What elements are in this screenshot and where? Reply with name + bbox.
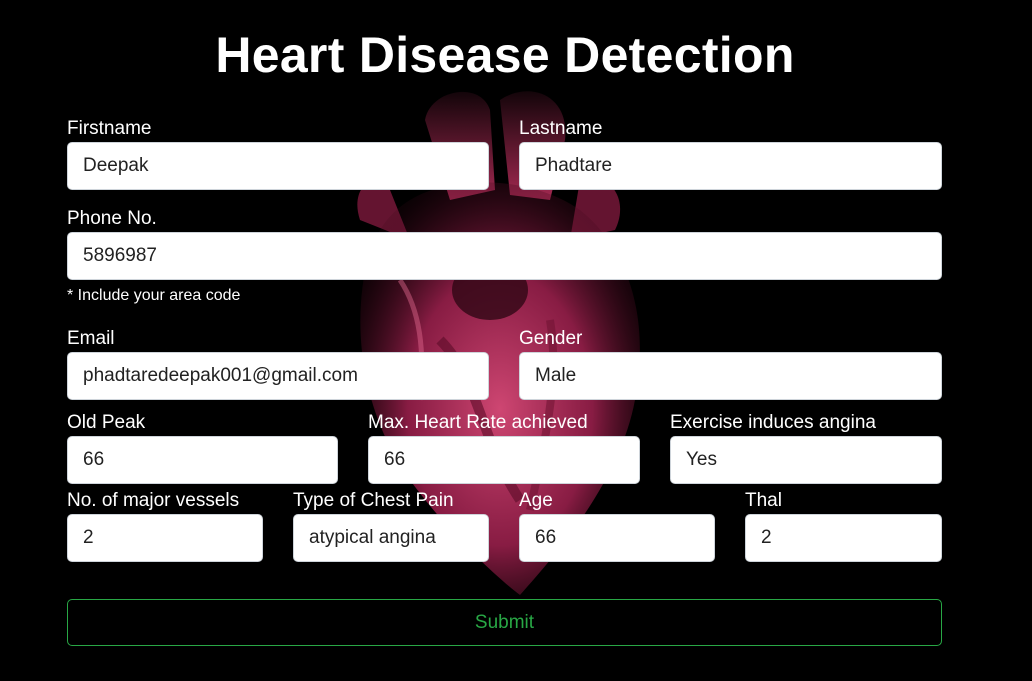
lastname-input[interactable] bbox=[519, 142, 942, 190]
major-vessels-input[interactable] bbox=[67, 514, 263, 562]
gender-label: Gender bbox=[519, 328, 583, 349]
chest-pain-input[interactable] bbox=[293, 514, 489, 562]
phone-input[interactable] bbox=[67, 232, 942, 280]
email-input[interactable] bbox=[67, 352, 489, 400]
email-label: Email bbox=[67, 328, 115, 349]
page: Heart Disease Detection Firstname Lastna… bbox=[0, 0, 1032, 681]
phone-label: Phone No. bbox=[67, 208, 157, 229]
exercise-angina-label: Exercise induces angina bbox=[670, 412, 876, 433]
major-vessels-label: No. of major vessels bbox=[67, 490, 240, 511]
phone-hint: * Include your area code bbox=[67, 287, 241, 304]
max-heart-rate-label: Max. Heart Rate achieved bbox=[368, 412, 588, 433]
thal-input[interactable] bbox=[745, 514, 942, 562]
age-label: Age bbox=[519, 490, 553, 511]
exercise-angina-input[interactable] bbox=[670, 436, 942, 484]
old-peak-label: Old Peak bbox=[67, 412, 146, 433]
firstname-label: Firstname bbox=[67, 118, 152, 139]
firstname-input[interactable] bbox=[67, 142, 489, 190]
lastname-label: Lastname bbox=[519, 118, 603, 139]
max-heart-rate-input[interactable] bbox=[368, 436, 640, 484]
submit-button[interactable]: Submit bbox=[67, 599, 942, 646]
gender-input[interactable] bbox=[519, 352, 942, 400]
old-peak-input[interactable] bbox=[67, 436, 338, 484]
thal-label: Thal bbox=[745, 490, 782, 511]
chest-pain-label: Type of Chest Pain bbox=[293, 490, 454, 511]
page-title: Heart Disease Detection bbox=[215, 27, 795, 83]
age-input[interactable] bbox=[519, 514, 715, 562]
